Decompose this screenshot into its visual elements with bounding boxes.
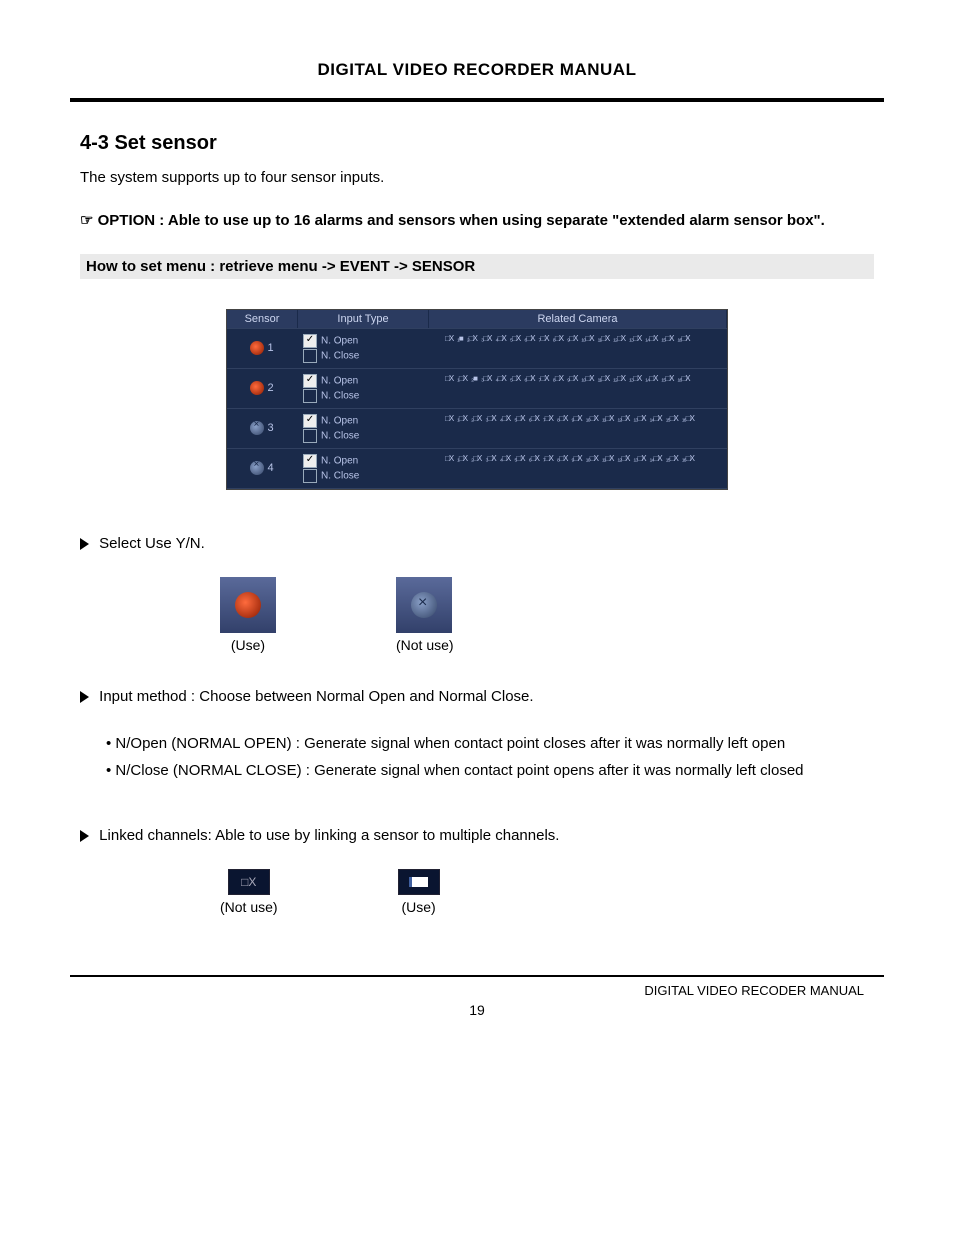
related-camera-grid[interactable]: □X₁■₂□X₃□X₄□X₅□X₆□X₇□X₈□X₉□X₁₀□X₁₁□X₁₂□X… bbox=[445, 333, 721, 344]
sensor-num: 4 bbox=[267, 462, 273, 474]
page-header-title: DIGITAL VIDEO RECORDER MANUAL bbox=[70, 60, 884, 102]
related-camera-grid[interactable]: □X₁□X₂■₃□X₄□X₅□X₆□X₇□X₈□X₉□X₁₀□X₁₁□X₁₂□X… bbox=[445, 373, 721, 384]
label-nopen: N. Open bbox=[321, 415, 358, 426]
triangle-bullet-icon bbox=[80, 691, 89, 703]
option-body: Able to use up to 16 alarms and sensors … bbox=[168, 212, 825, 229]
cam-use-caption: (Use) bbox=[398, 899, 440, 915]
notuse-icon-block: (Not use) bbox=[396, 577, 454, 653]
label-nclose: N. Close bbox=[321, 470, 359, 481]
input-method-text: Input method : Choose between Normal Ope… bbox=[99, 688, 533, 705]
col-input-header: Input Type bbox=[298, 310, 429, 328]
linked-channels-text: Linked channels: Able to use by linking … bbox=[99, 827, 559, 844]
select-use-text: Select Use Y/N. bbox=[99, 535, 205, 552]
col-camera-header: Related Camera bbox=[429, 310, 727, 328]
option-prefix: ☞ OPTION : bbox=[80, 212, 168, 229]
checkbox-nopen[interactable]: ✓ bbox=[303, 454, 317, 468]
col-sensor-header: Sensor bbox=[227, 310, 298, 328]
cam-use-block: (Use) bbox=[398, 869, 440, 915]
nopen-desc: • N/Open (NORMAL OPEN) : Generate signal… bbox=[106, 730, 874, 757]
checkbox-nclose[interactable] bbox=[303, 349, 317, 363]
checkbox-nclose[interactable] bbox=[303, 389, 317, 403]
sensor-use-big-icon bbox=[220, 577, 276, 633]
option-note: ☞ OPTION : Able to use up to 16 alarms a… bbox=[80, 207, 874, 234]
label-nopen: N. Open bbox=[321, 375, 358, 386]
sensor-notuse-icon[interactable]: 3 bbox=[250, 421, 273, 435]
checkbox-nclose[interactable] bbox=[303, 469, 317, 483]
table-row: 2 ✓ N. Open N. Close □X₁□X₂■₃□X₄□X₅□X₆□X₇… bbox=[227, 369, 727, 409]
table-row: 3 ✓ N. Open N. Close □X₁□X₂□X₃□X₄□X₅□X₆□X… bbox=[227, 409, 727, 449]
sensor-notuse-icon[interactable]: 4 bbox=[250, 461, 273, 475]
label-nclose: N. Close bbox=[321, 430, 359, 441]
howto-path: How to set menu : retrieve menu -> EVENT… bbox=[80, 254, 874, 279]
footer-rule bbox=[70, 975, 884, 977]
camera-notuse-icon: □X bbox=[228, 869, 270, 895]
checkbox-nopen[interactable]: ✓ bbox=[303, 334, 317, 348]
notuse-caption: (Not use) bbox=[396, 637, 454, 653]
sensor-notuse-big-icon bbox=[396, 577, 452, 633]
sensor-num: 2 bbox=[267, 382, 273, 394]
footer-text: DIGITAL VIDEO RECODER MANUAL bbox=[70, 983, 884, 998]
label-nopen: N. Open bbox=[321, 335, 358, 346]
camera-use-icon bbox=[398, 869, 440, 895]
section-heading: 4-3 Set sensor bbox=[80, 132, 874, 155]
checkbox-nclose[interactable] bbox=[303, 429, 317, 443]
related-camera-grid[interactable]: □X₁□X₂□X₃□X₄□X₅□X₆□X₇□X₈□X₉□X₁₀□X₁₁□X₁₂□… bbox=[445, 453, 721, 464]
table-row: 1 ✓ N. Open N. Close □X₁■₂□X₃□X₄□X₅□X₆□X₇… bbox=[227, 329, 727, 369]
label-nclose: N. Close bbox=[321, 390, 359, 401]
label-nopen: N. Open bbox=[321, 455, 358, 466]
table-row: 4 ✓ N. Open N. Close □X₁□X₂□X₃□X₄□X₅□X₆□X… bbox=[227, 449, 727, 489]
cam-notuse-block: □X (Not use) bbox=[220, 869, 278, 915]
sensor-use-icon[interactable]: 2 bbox=[250, 381, 273, 395]
triangle-bullet-icon bbox=[80, 830, 89, 842]
use-caption: (Use) bbox=[220, 637, 276, 653]
triangle-bullet-icon bbox=[80, 538, 89, 550]
nclose-desc: • N/Close (NORMAL CLOSE) : Generate sign… bbox=[106, 757, 874, 784]
sensor-settings-panel: Sensor Input Type Related Camera 1 ✓ N. O… bbox=[226, 309, 728, 490]
table-header-row: Sensor Input Type Related Camera bbox=[227, 310, 727, 329]
sensor-num: 1 bbox=[267, 342, 273, 354]
sensor-use-icon[interactable]: 1 bbox=[250, 341, 273, 355]
page-number: 19 bbox=[70, 1002, 884, 1018]
checkbox-nopen[interactable]: ✓ bbox=[303, 374, 317, 388]
intro-text: The system supports up to four sensor in… bbox=[80, 165, 874, 191]
related-camera-grid[interactable]: □X₁□X₂□X₃□X₄□X₅□X₆□X₇□X₈□X₉□X₁₀□X₁₁□X₁₂□… bbox=[445, 413, 721, 424]
sensor-num: 3 bbox=[267, 422, 273, 434]
use-icon-block: (Use) bbox=[220, 577, 276, 653]
cam-notuse-caption: (Not use) bbox=[220, 899, 278, 915]
checkbox-nopen[interactable]: ✓ bbox=[303, 414, 317, 428]
label-nclose: N. Close bbox=[321, 350, 359, 361]
